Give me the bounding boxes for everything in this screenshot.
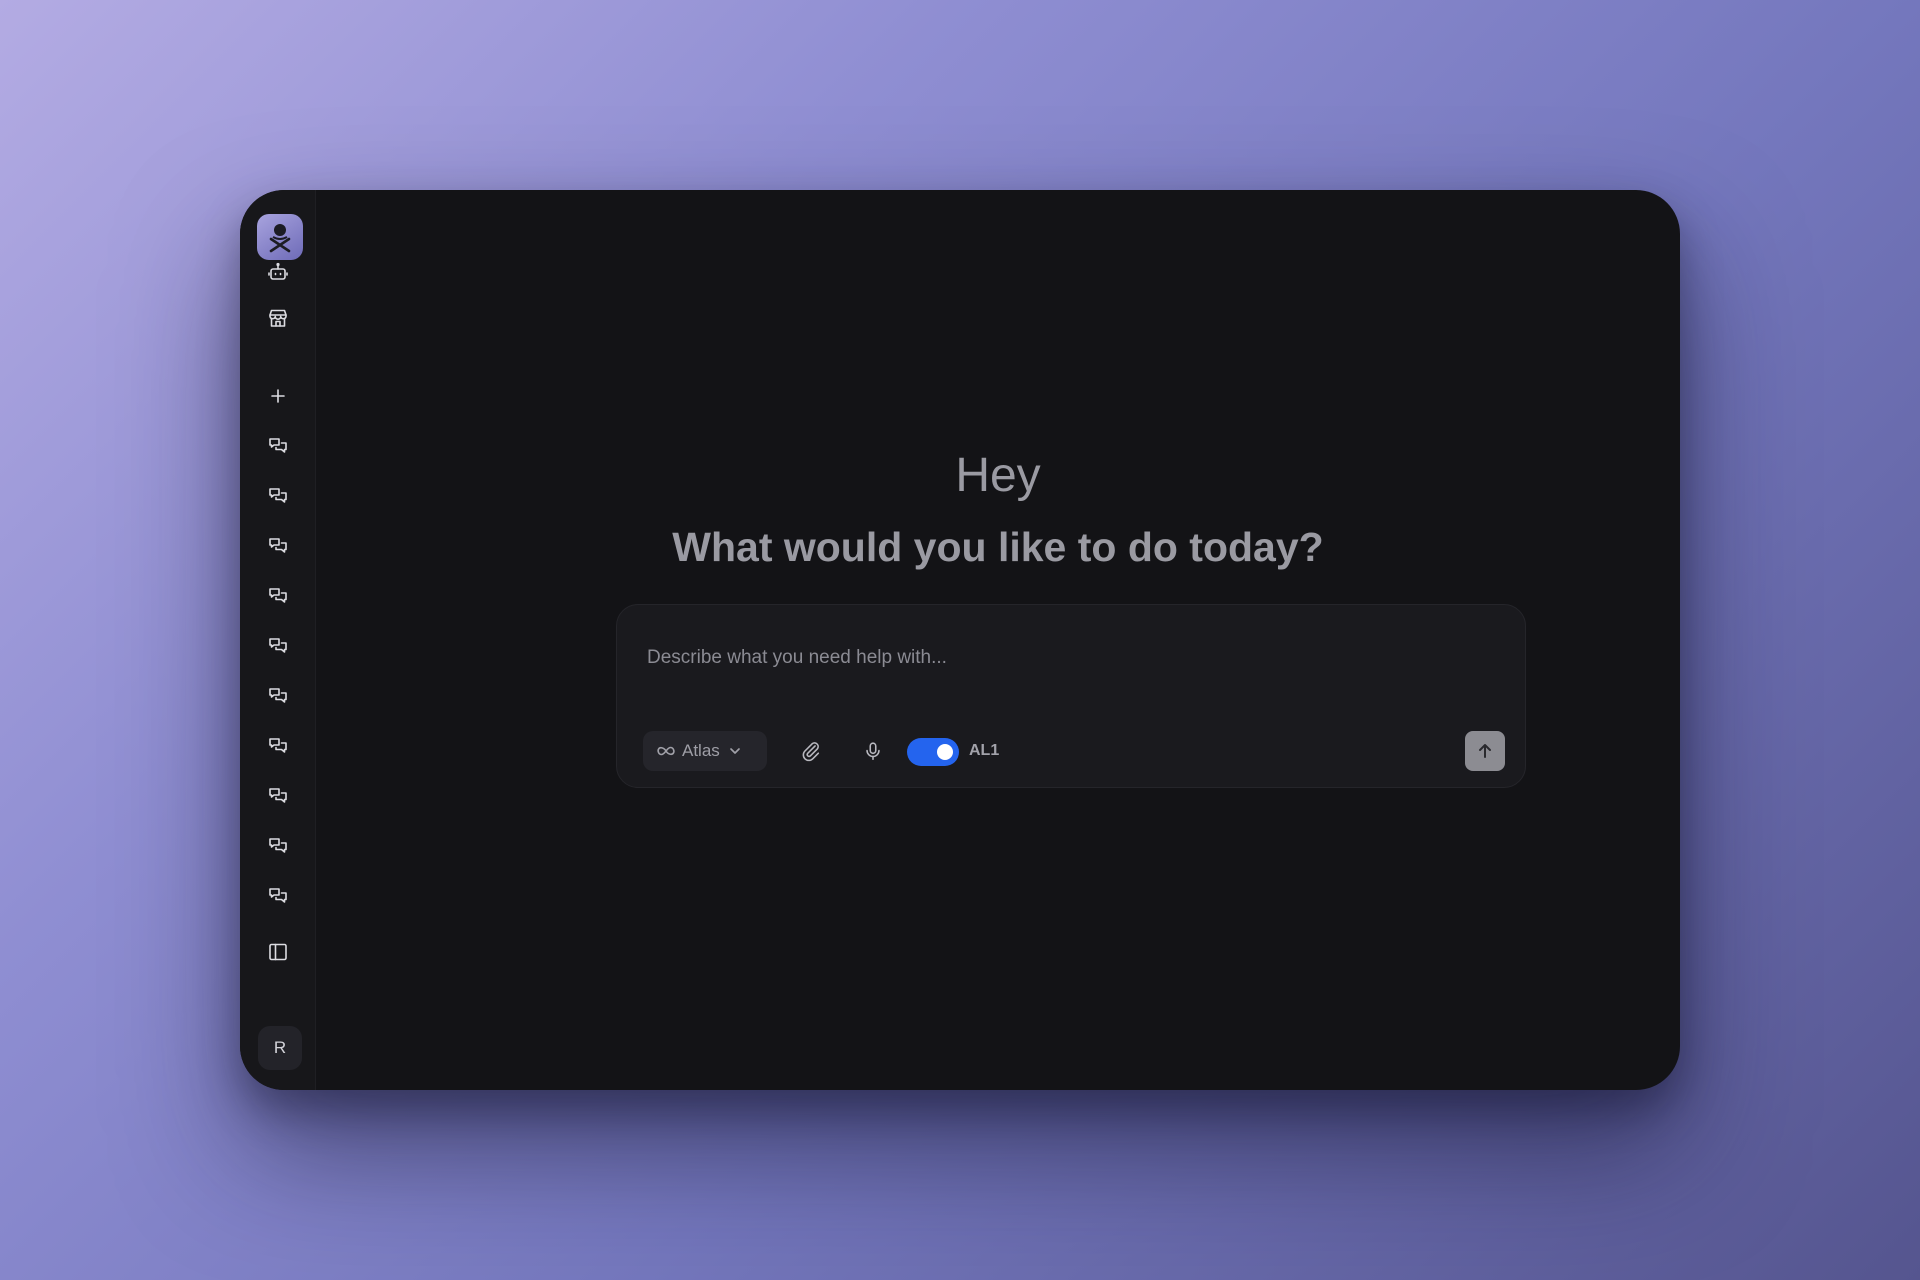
sidebar-chat-item[interactable]	[258, 626, 298, 666]
sidebar-chat-item[interactable]	[258, 676, 298, 716]
sidebar-item-agents[interactable]	[258, 252, 298, 292]
sidebar-chat-item[interactable]	[258, 426, 298, 466]
sidebar-chat-item[interactable]	[258, 826, 298, 866]
chat-bubbles-icon	[269, 488, 287, 503]
prompt-input[interactable]	[647, 647, 1467, 669]
chat-bubbles-icon	[269, 738, 287, 753]
robot-icon	[268, 262, 288, 280]
sidebar-chat-item[interactable]	[258, 476, 298, 516]
sidebar-chat-item[interactable]	[258, 776, 298, 816]
send-button[interactable]	[1465, 731, 1505, 771]
microphone-icon	[866, 742, 880, 761]
chevron-down-icon	[728, 744, 742, 758]
model-selector[interactable]: Atlas	[643, 731, 767, 771]
sidebar: R	[240, 190, 316, 1090]
chat-composer: Atlas	[616, 604, 1526, 788]
sidebar-chat-item[interactable]	[258, 526, 298, 566]
toggle-sidebar-button[interactable]	[258, 932, 298, 972]
spy-agent-logo-icon	[269, 224, 291, 253]
sidebar-panel-icon	[269, 943, 287, 961]
model-selector-label: Atlas	[682, 741, 720, 760]
infinity-icon	[656, 745, 676, 757]
chat-bubbles-icon	[269, 788, 287, 803]
user-avatar[interactable]: R	[258, 1026, 302, 1070]
toggle-label: AL1	[969, 742, 1000, 759]
al1-toggle-switch[interactable]	[907, 738, 959, 766]
attach-file-button[interactable]	[795, 735, 827, 767]
chat-bubbles-icon	[269, 438, 287, 453]
sidebar-chat-item[interactable]	[258, 576, 298, 616]
store-icon	[269, 309, 287, 327]
plus-icon	[271, 389, 285, 403]
app-window: R Hey What would you like to do today? A…	[240, 190, 1680, 1090]
chat-bubbles-icon	[269, 588, 287, 603]
prompt-question: What would you like to do today?	[672, 524, 1324, 570]
greeting-heading: Hey	[955, 449, 1041, 502]
main-content: Hey What would you like to do today? Atl…	[316, 190, 1680, 1090]
sidebar-chat-item[interactable]	[258, 876, 298, 916]
chat-bubbles-icon	[269, 838, 287, 853]
sidebar-item-store[interactable]	[258, 298, 298, 338]
chat-bubbles-icon	[269, 888, 287, 903]
paperclip-icon	[802, 742, 820, 762]
voice-input-button[interactable]	[857, 735, 889, 767]
sidebar-chat-item[interactable]	[258, 726, 298, 766]
new-chat-button[interactable]	[258, 376, 298, 416]
chat-bubbles-icon	[269, 638, 287, 653]
arrow-up-icon	[1479, 744, 1491, 758]
chat-bubbles-icon	[269, 688, 287, 703]
toggle-knob	[937, 744, 953, 760]
chat-bubbles-icon	[269, 538, 287, 553]
